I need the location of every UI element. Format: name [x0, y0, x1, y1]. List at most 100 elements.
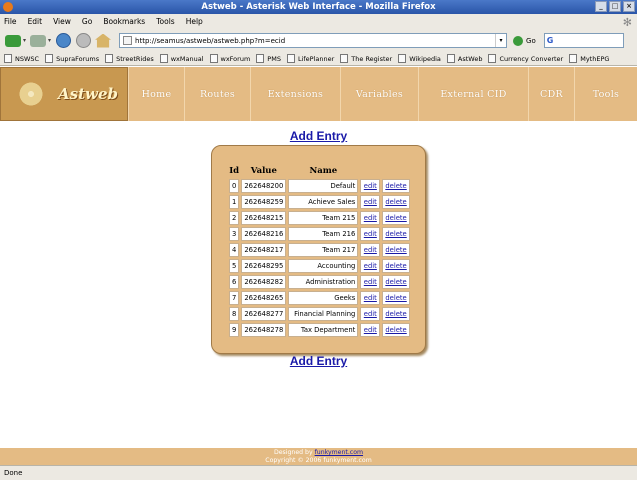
main-content: Add Entry Id Value Name 0 262648200 Defa… [0, 121, 637, 448]
bookmark-mythepg[interactable]: MythEPG [569, 54, 609, 63]
row-id: 1 [229, 195, 240, 209]
stop-button[interactable] [73, 31, 93, 51]
menu-edit[interactable]: Edit [28, 17, 43, 26]
row-name: Administration [288, 275, 359, 289]
row-id: 6 [229, 275, 240, 289]
nav-home[interactable]: Home [128, 67, 184, 121]
close-icon[interactable]: × [623, 1, 635, 12]
nav-external-cid[interactable]: External CID [418, 67, 528, 121]
app-header: Astweb Home Routes Extensions Variables … [0, 67, 637, 121]
menu-go[interactable]: Go [82, 17, 92, 26]
bookmark-nswsc[interactable]: NSWSC [4, 54, 39, 63]
search-input[interactable]: G [543, 33, 624, 48]
bookmark-wxforum[interactable]: wxForum [209, 54, 250, 63]
bookmark-lifeplanner[interactable]: LifePlanner [286, 54, 334, 63]
delete-link[interactable]: delete [385, 214, 406, 222]
nav-routes[interactable]: Routes [184, 67, 250, 121]
row-name: Team 217 [288, 243, 359, 257]
edit-link[interactable]: edit [364, 214, 377, 222]
designer-link[interactable]: funkyment.com [315, 449, 363, 456]
forward-dropdown-icon[interactable]: ▾ [48, 37, 51, 44]
add-entry-link-top[interactable]: Add Entry [0, 129, 637, 143]
nav-cdr[interactable]: CDR [528, 67, 574, 121]
edit-link[interactable]: edit [364, 262, 377, 270]
row-value: 262648200 [241, 179, 287, 193]
reload-button[interactable] [53, 31, 73, 51]
menu-help[interactable]: Help [186, 17, 203, 26]
minimize-icon[interactable]: _ [595, 1, 607, 12]
table-row: 3 262648216 Team 216 edit delete [229, 227, 410, 241]
row-name: Team 215 [288, 211, 359, 225]
bookmark-wikipedia[interactable]: Wikipedia [398, 54, 441, 63]
menu-view[interactable]: View [53, 17, 71, 26]
delete-link[interactable]: delete [385, 246, 406, 254]
row-name: Geeks [288, 291, 359, 305]
home-button[interactable] [93, 31, 113, 51]
delete-link[interactable]: delete [385, 230, 406, 238]
astweb-logo[interactable]: Astweb [0, 67, 128, 121]
bookmarks-toolbar: NSWSC SupraForums StreetRides wxManual w… [0, 52, 637, 66]
delete-link[interactable]: delete [385, 294, 406, 302]
address-dropdown-icon[interactable]: ▾ [495, 34, 506, 47]
nav-extensions[interactable]: Extensions [250, 67, 340, 121]
address-bar[interactable]: http://seamus/astweb/astweb.php?m=ecid ▾ [119, 33, 508, 48]
row-value: 262648278 [241, 323, 287, 337]
bookmark-wxmanual[interactable]: wxManual [159, 54, 204, 63]
table-row: 8 262648277 Financial Planning edit dele… [229, 307, 410, 321]
edit-link[interactable]: edit [364, 246, 377, 254]
forward-button[interactable] [28, 31, 48, 51]
external-cid-table: Id Value Name 0 262648200 Default edit d… [227, 163, 412, 339]
bookmark-icon [4, 54, 12, 63]
go-button[interactable]: Go [526, 37, 536, 45]
delete-link[interactable]: delete [385, 198, 406, 206]
edit-link[interactable]: edit [364, 278, 377, 286]
row-value: 262648277 [241, 307, 287, 321]
row-id: 9 [229, 323, 240, 337]
forward-arrow-icon [30, 34, 47, 47]
back-button[interactable] [3, 31, 23, 51]
delete-link[interactable]: delete [385, 310, 406, 318]
menu-bookmarks[interactable]: Bookmarks [103, 17, 145, 26]
delete-link[interactable]: delete [385, 278, 406, 286]
navigation-toolbar: ▾ ▾ http://seamus/astweb/astweb.php?m=ec… [0, 29, 637, 52]
bookmark-supraforums[interactable]: SupraForums [45, 54, 99, 63]
delete-link[interactable]: delete [385, 262, 406, 270]
delete-link[interactable]: delete [385, 182, 406, 190]
address-url: http://seamus/astweb/astweb.php?m=ecid [135, 36, 286, 45]
bookmark-currency-converter[interactable]: Currency Converter [488, 54, 563, 63]
nav-tools[interactable]: Tools [574, 67, 637, 121]
edit-link[interactable]: edit [364, 182, 377, 190]
edit-link[interactable]: edit [364, 310, 377, 318]
footer-copyright: Copyright © 2006 funkyment.com [265, 457, 372, 464]
go-icon[interactable] [513, 35, 524, 46]
menu-tools[interactable]: Tools [156, 17, 174, 26]
edit-link[interactable]: edit [364, 294, 377, 302]
row-value: 262648282 [241, 275, 287, 289]
edit-link[interactable]: edit [364, 230, 377, 238]
row-id: 2 [229, 211, 240, 225]
row-name: Default [288, 179, 359, 193]
firefox-icon [3, 2, 13, 12]
maximize-icon[interactable]: □ [609, 1, 621, 12]
throbber-icon: ✻ [622, 16, 632, 29]
stop-icon [75, 33, 91, 48]
bookmark-icon [446, 54, 455, 63]
menu-file[interactable]: File [4, 17, 17, 26]
footer-designed-by: Designed by [273, 449, 313, 456]
edit-link[interactable]: edit [364, 326, 377, 334]
bookmark-astweb[interactable]: AstWeb [446, 54, 482, 63]
back-dropdown-icon[interactable]: ▾ [23, 37, 26, 44]
bookmark-streetrides[interactable]: StreetRides [105, 54, 154, 63]
add-entry-link-bottom[interactable]: Add Entry [0, 354, 637, 368]
table-row: 2 262648215 Team 215 edit delete [229, 211, 410, 225]
edit-link[interactable]: edit [364, 198, 377, 206]
row-value: 262648259 [241, 195, 287, 209]
delete-link[interactable]: delete [385, 326, 406, 334]
table-body: 0 262648200 Default edit delete 1 262648… [229, 179, 410, 337]
bookmark-icon [159, 54, 168, 63]
bookmark-pms[interactable]: PMS [256, 54, 281, 63]
logo-text: Astweb [58, 85, 118, 103]
table-row: 6 262648282 Administration edit delete [229, 275, 410, 289]
nav-variables[interactable]: Variables [340, 67, 418, 121]
bookmark-the-register[interactable]: The Register [340, 54, 392, 63]
